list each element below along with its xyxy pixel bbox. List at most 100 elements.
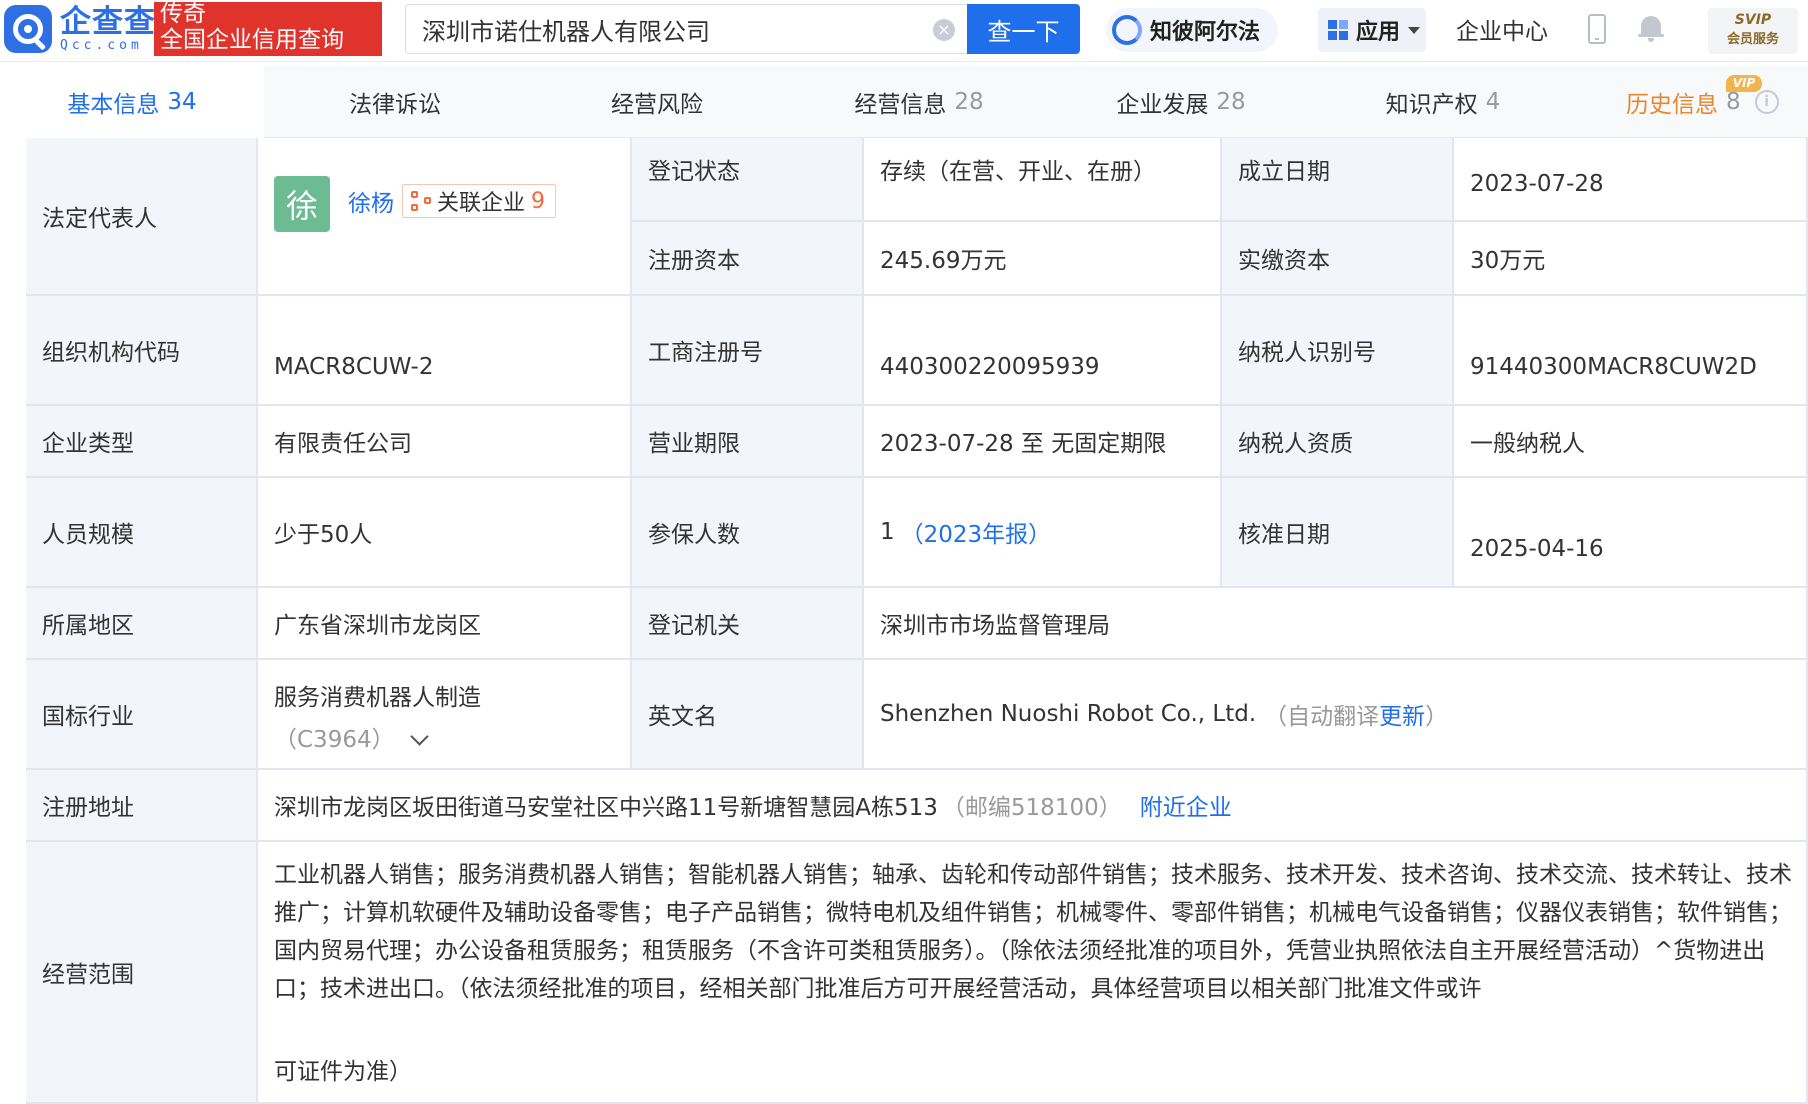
related-companies-tag[interactable]: 关联企业 9 xyxy=(402,184,557,218)
approve-date-value: 2025-04-16 xyxy=(1454,478,1808,588)
slogan-banner: 传奇 全国企业信用查询 xyxy=(154,2,382,56)
search-button[interactable]: 查一下 xyxy=(967,4,1080,54)
tab-history[interactable]: 历史信息 8 i xyxy=(1574,66,1808,138)
company-type-value: 有限责任公司 xyxy=(258,406,632,478)
section-tabs: 基本信息 34 法律诉讼 经营风险 经营信息 28 企业发展 28 知识产权 4 历史信… xyxy=(0,66,1808,138)
apps-grid-icon xyxy=(1328,20,1348,40)
industry-code: （C3964） xyxy=(274,727,395,753)
svip-service-button[interactable]: SVIP 会员服务 xyxy=(1708,8,1798,54)
svip-sub-label: 会员服务 xyxy=(1726,32,1779,47)
apps-label: 应用 xyxy=(1356,20,1401,45)
insured-label: 参保人数 xyxy=(632,478,864,588)
caret-down-icon xyxy=(1408,26,1421,34)
paid-capital-value: 30万元 xyxy=(1454,222,1808,296)
org-code-label: 组织机构代码 xyxy=(26,296,258,406)
tab-litigation[interactable]: 法律诉讼 xyxy=(264,66,526,138)
scope-label: 经营范围 xyxy=(26,842,258,1104)
tab-count: 34 xyxy=(167,89,197,115)
clear-icon[interactable]: × xyxy=(933,19,955,41)
reg-status-value: 存续（在营、开业、在册） xyxy=(864,138,1222,222)
legal-rep-avatar[interactable]: 徐 xyxy=(274,176,330,232)
found-date-label: 成立日期 xyxy=(1222,138,1454,222)
postcode: （邮编518100） xyxy=(941,795,1122,821)
notification-bell-icon[interactable] xyxy=(1638,14,1664,42)
en-name-update-link[interactable]: 更新 xyxy=(1379,697,1425,731)
tab-label: 历史信息 xyxy=(1626,92,1718,118)
search-box: × xyxy=(405,4,967,54)
logo-icon xyxy=(4,5,52,53)
tab-operating-risk[interactable]: 经营风险 xyxy=(526,66,788,138)
taxpayer-qual-value: 一般纳税人 xyxy=(1454,406,1808,478)
en-name-value: Shenzhen Nuoshi Robot Co., Ltd. （自动翻译 更新） xyxy=(864,660,1808,770)
tab-basic-info[interactable]: 基本信息 34 xyxy=(0,66,264,138)
address-text: 深圳市龙岗区坂田街道马安堂社区中兴路11号新塘智慧园A栋513 xyxy=(274,795,938,821)
insured-count: 1 xyxy=(880,519,895,545)
slogan-line2: 全国企业信用查询 xyxy=(160,27,344,53)
industry-label: 国标行业 xyxy=(26,660,258,770)
svip-label: SVIP xyxy=(1734,12,1772,28)
tab-ip[interactable]: 知识产权 4 xyxy=(1312,66,1574,138)
top-header: 企查查 Qcc.com 传奇 全国企业信用查询 × 查一下 知彼阿尔法 应用 企… xyxy=(0,0,1808,62)
region-label: 所属地区 xyxy=(26,588,258,660)
basic-info-table: 法定代表人 徐 徐杨 关联企业 9 登记状态 存续（在营、开业、在册） 成立日期… xyxy=(26,138,1808,1104)
tab-development[interactable]: 企业发展 28 xyxy=(1050,66,1312,138)
vip-badge: VIP xyxy=(1726,75,1762,92)
zhibi-alpha-button[interactable]: 知彼阿尔法 xyxy=(1106,8,1278,52)
paid-capital-label: 实缴资本 xyxy=(1222,222,1454,296)
related-count: 9 xyxy=(531,188,546,214)
industry-name: 服务消费机器人制造 xyxy=(274,685,481,711)
biz-reg-no-label: 工商注册号 xyxy=(632,296,864,406)
reg-authority-label: 登记机关 xyxy=(632,588,864,660)
tab-count: 8 xyxy=(1726,89,1741,115)
tab-label: 法律诉讼 xyxy=(349,92,441,118)
chevron-down-icon[interactable] xyxy=(409,727,429,746)
search-input[interactable] xyxy=(422,5,922,53)
company-type-label: 企业类型 xyxy=(26,406,258,478)
related-label: 关联企业 xyxy=(437,191,526,216)
region-value: 广东省深圳市龙岗区 xyxy=(258,588,632,660)
approve-date-label: 核准日期 xyxy=(1222,478,1454,588)
address-value: 深圳市龙岗区坂田街道马安堂社区中兴路11号新塘智慧园A栋513 （邮编51810… xyxy=(258,770,1808,842)
legal-rep-name-link[interactable]: 徐杨 xyxy=(348,184,394,218)
tax-id-value: 91440300MACR8CUW2D xyxy=(1454,296,1808,406)
slogan-line1: 传奇 xyxy=(160,1,206,27)
enterprise-center-link[interactable]: 企业中心 xyxy=(1456,12,1548,46)
en-name-note-prefix: （自动翻译 xyxy=(1264,704,1380,730)
reg-capital-label: 注册资本 xyxy=(632,222,864,296)
en-name-label: 英文名 xyxy=(632,660,864,770)
mobile-phone-icon[interactable] xyxy=(1588,14,1606,44)
staff-size-value: 少于50人 xyxy=(258,478,632,588)
industry-code-row[interactable]: （C3964） xyxy=(274,720,630,754)
info-icon[interactable]: i xyxy=(1754,90,1779,114)
tax-id-label: 纳税人识别号 xyxy=(1222,296,1454,406)
apps-menu-button[interactable]: 应用 xyxy=(1318,8,1426,52)
scope-text-tail: 可证件为准） xyxy=(274,1059,412,1085)
tab-count: 28 xyxy=(1216,89,1246,115)
tab-count: 4 xyxy=(1485,89,1501,115)
tab-label: 企业发展 xyxy=(1116,92,1209,118)
tab-operating-info[interactable]: 经营信息 28 xyxy=(788,66,1050,138)
staff-size-label: 人员规模 xyxy=(26,478,258,588)
biz-reg-no-value: 440300220095939 xyxy=(864,296,1222,406)
reg-authority-value: 深圳市市场监督管理局 xyxy=(864,588,1808,660)
tab-count: 28 xyxy=(954,89,984,115)
relation-graph-icon xyxy=(411,191,431,211)
industry-value: 服务消费机器人制造 （C3964） xyxy=(258,660,632,770)
en-name-note-suffix: ） xyxy=(1425,704,1449,730)
tab-label: 经营信息 xyxy=(854,92,947,118)
tab-label: 知识产权 xyxy=(1385,92,1478,118)
insured-value: 1 （2023年报） xyxy=(864,478,1222,588)
insured-year-link[interactable]: （2023年报） xyxy=(901,515,1052,549)
org-code-value: MACR8CUW-2 xyxy=(258,296,632,406)
legal-rep-label: 法定代表人 xyxy=(26,138,258,296)
nearby-companies-link[interactable]: 附近企业 xyxy=(1140,788,1232,822)
scope-text: 工业机器人销售；服务消费机器人销售；智能机器人销售；轴承、齿轮和传动部件销售；技… xyxy=(274,862,1792,1002)
tab-label: 基本信息 xyxy=(67,92,160,118)
scope-cell: 工业机器人销售；服务消费机器人销售；智能机器人销售；轴承、齿轮和传动部件销售；技… xyxy=(258,842,1808,1104)
reg-status-label: 登记状态 xyxy=(632,138,864,222)
zhibi-alpha-icon xyxy=(1112,15,1142,45)
zhibi-alpha-label: 知彼阿尔法 xyxy=(1150,20,1261,45)
taxpayer-qual-label: 纳税人资质 xyxy=(1222,406,1454,478)
biz-term-value: 2023-07-28 至 无固定期限 xyxy=(864,406,1222,478)
en-name-text: Shenzhen Nuoshi Robot Co., Ltd. xyxy=(880,701,1257,727)
